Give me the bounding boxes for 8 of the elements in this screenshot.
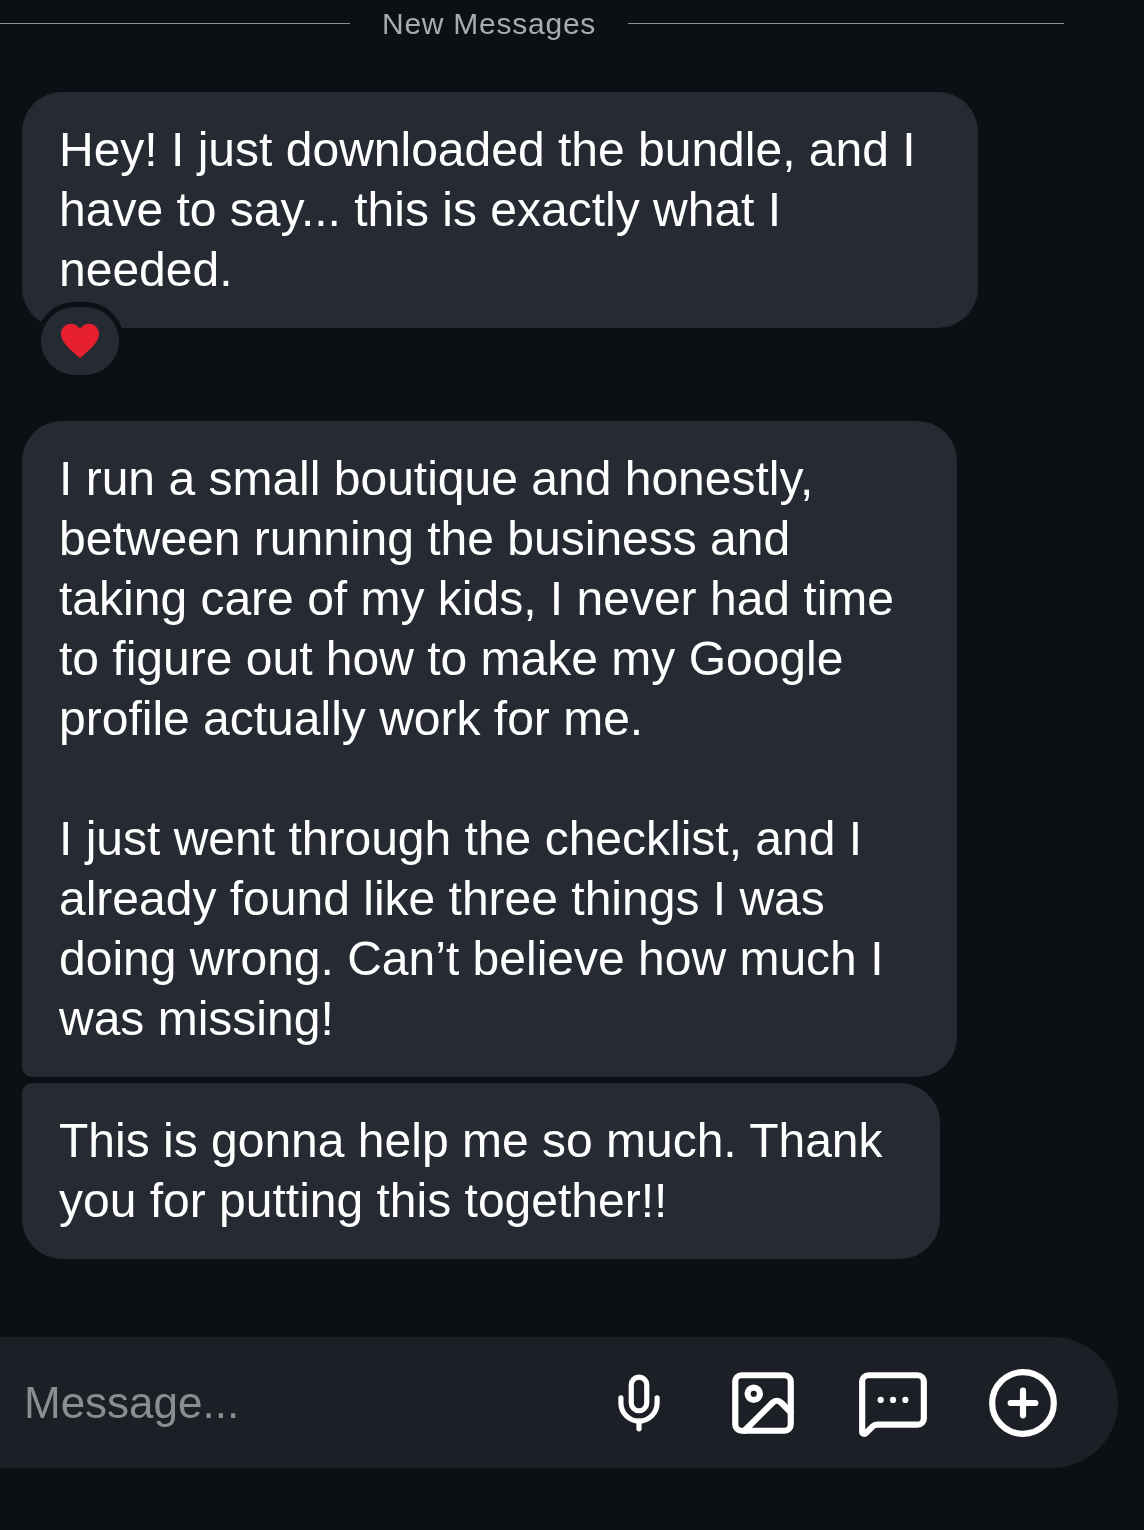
message-field[interactable]: Message...	[0, 1337, 1118, 1468]
message-input[interactable]: Message...	[24, 1369, 608, 1436]
heart-icon	[59, 322, 101, 360]
message-text: I run a small boutique and honestly, between running the business and taking care of my kids, I never had time to figure out how to make my Google profile actually work for me.	[59, 451, 896, 747]
message-text: I just went through the checklist, and I already found like three things I was doing wrong. Can’t believe how much I was missing!	[59, 811, 885, 1047]
divider-label: New Messages	[381, 5, 598, 42]
message-text: This is gonna help me so much. Thank you for putting this together!!	[59, 1113, 884, 1229]
message-text: Hey! I just downloaded the bundle, and I have to say... this is exactly what I needed.	[59, 122, 917, 298]
